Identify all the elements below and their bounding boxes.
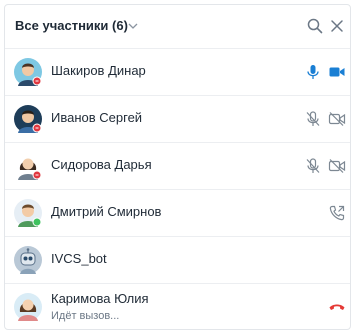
video-off-icon[interactable] [328,110,346,128]
participant-row[interactable]: Сидорова Дарья [5,143,350,190]
participant-name: Иванов Сергей [51,110,143,125]
participant-row[interactable]: Дмитрий Смирнов [5,190,350,237]
participants-header: Все участники (6) [5,5,350,49]
avatar [14,293,42,321]
avatar [14,58,42,86]
participant-row[interactable]: Иванов Сергей [5,96,350,143]
participant-name: Сидорова Дарья [51,157,152,172]
phone-call-icon[interactable] [328,204,346,222]
participant-name: IVCS_bot [51,251,107,266]
participant-row[interactable]: IVCS_bot [5,237,350,284]
call-status: Идёт вызов... [51,310,120,322]
search-icon[interactable] [306,17,324,35]
participants-panel: Все участники (6) Шакиров Динар Иванов С… [4,4,351,330]
participants-title: Все участники (6) [15,18,128,33]
hang-up-icon[interactable] [328,298,346,316]
avatar [14,152,42,180]
avatar [14,199,42,227]
participant-name: Дмитрий Смирнов [51,204,162,219]
participant-row[interactable]: Шакиров Динар [5,49,350,96]
close-icon[interactable] [328,17,346,35]
participant-name: Каримова Юлия [51,291,149,306]
microphone-icon[interactable] [304,63,322,81]
video-camera-icon[interactable] [328,63,346,81]
participant-name: Шакиров Динар [51,63,146,78]
microphone-off-icon[interactable] [304,157,322,175]
video-off-icon[interactable] [328,157,346,175]
avatar [14,246,42,274]
microphone-off-icon[interactable] [304,110,322,128]
chevron-down-icon[interactable] [127,19,139,37]
participant-row[interactable]: Каримова Юлия Идёт вызов... [5,284,350,329]
avatar [14,105,42,133]
